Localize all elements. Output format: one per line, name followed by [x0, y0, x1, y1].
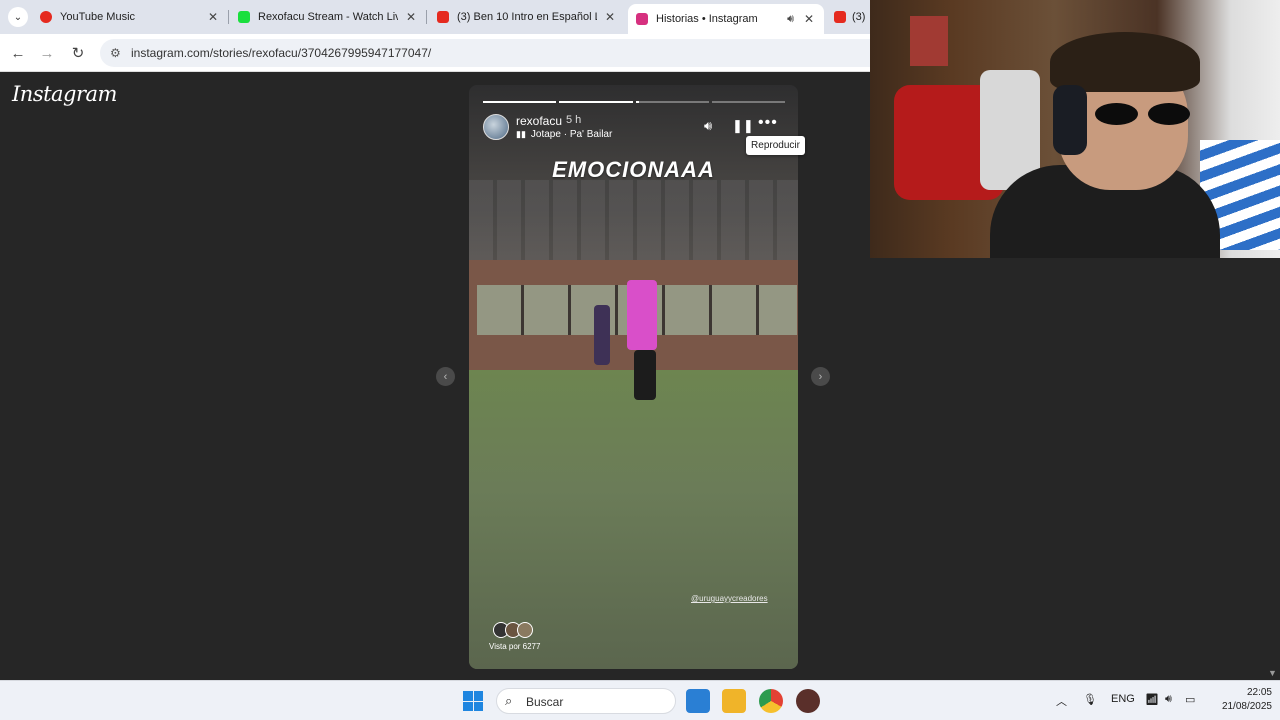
story-viewer[interactable]: rexofacu 5 h ▮▮ Jotape · Pa' Bailar 🔊︎ ❚…	[469, 85, 798, 669]
instagram-logo[interactable]: Instagram	[12, 82, 117, 106]
taskbar-search-label: Buscar	[526, 695, 564, 709]
tab-youtube-music[interactable]: YouTube Music ✕	[40, 6, 220, 28]
close-tab-icon[interactable]: ✕	[802, 12, 816, 26]
app-icon[interactable]	[796, 689, 820, 713]
address-bar[interactable]: ⚙ instagram.com/stories/rexofacu/3704267…	[100, 39, 870, 67]
next-story-chevron-icon[interactable]: ›	[811, 367, 830, 386]
tab-youtube-partial[interactable]: (3)	[834, 6, 870, 28]
tab-search-chevron-icon[interactable]: ⌄	[8, 7, 28, 27]
pause-icon[interactable]: ❚❚	[732, 118, 754, 134]
youtube-icon	[437, 11, 449, 23]
tab-audio-speaker-icon[interactable]: 🔊︎	[787, 13, 794, 26]
show-hidden-icons-chevron-icon[interactable]: ︿	[1056, 693, 1067, 709]
story-time-ago: 5 h	[566, 114, 582, 126]
music-bars-icon: ▮▮	[516, 129, 526, 139]
browser-tab-strip: ⌄ YouTube Music ✕ Rexofacu Stream - Watc…	[0, 0, 870, 34]
volume-icon[interactable]: 🔊︎	[1165, 693, 1172, 706]
scroll-down-arrow-icon[interactable]: ▼	[1268, 668, 1277, 678]
close-tab-icon[interactable]: ✕	[206, 10, 220, 24]
battery-icon[interactable]: ▭	[1185, 693, 1195, 706]
story-music[interactable]: ▮▮ Jotape · Pa' Bailar	[516, 129, 612, 140]
story-avatar[interactable]	[483, 114, 509, 140]
tab-kick-stream[interactable]: Rexofacu Stream - Watch Live o ✕	[238, 6, 418, 28]
story-progress-bars	[483, 101, 785, 103]
reload-icon[interactable]: ↻	[68, 43, 88, 63]
taskbar-search[interactable]: ⌕ Buscar	[496, 688, 676, 714]
story-caption: EMOCIONAAA	[552, 157, 715, 182]
windows-taskbar: ⌕ Buscar ︿ 🎙︎ ENG 📶︎ 🔊︎ ▭ 22:05 21/08/20…	[0, 680, 1280, 720]
youtube-music-icon	[40, 11, 52, 23]
story-image-player-shorts	[634, 350, 656, 400]
story-image-player-far	[594, 305, 610, 365]
story-mention-sticker[interactable]: @uruguayycreadores	[691, 594, 768, 603]
taskbar-clock[interactable]: 22:05 21/08/2025	[1202, 686, 1272, 714]
progress-segment	[711, 101, 785, 103]
site-settings-icon[interactable]: ⚙	[110, 46, 121, 60]
more-options-icon[interactable]: •••	[758, 114, 778, 132]
story-music-label: Jotape · Pa' Bailar	[530, 129, 613, 140]
url-text: instagram.com/stories/rexofacu/370426799…	[131, 46, 432, 60]
progress-segment	[635, 101, 709, 103]
webcam-headphones	[1053, 85, 1087, 155]
close-tab-icon[interactable]: ✕	[603, 10, 617, 24]
tab-divider	[228, 10, 229, 24]
search-icon: ⌕	[505, 693, 513, 708]
story-image-player-pink	[627, 280, 657, 350]
tab-title: (3) Ben 10 Intro en Español Lati	[457, 11, 597, 23]
chrome-icon[interactable]	[759, 689, 783, 713]
viewer-avatars[interactable]	[493, 622, 533, 638]
language-indicator[interactable]: ENG	[1111, 693, 1135, 705]
kick-icon	[238, 11, 250, 23]
windows-start-icon[interactable]	[463, 691, 483, 711]
webcam-sunglasses	[1095, 103, 1190, 125]
clock-time: 22:05	[1246, 687, 1272, 698]
file-explorer-icon[interactable]	[722, 689, 746, 713]
webcam-overlay	[870, 0, 1280, 258]
tab-title: Historias • Instagram	[656, 13, 758, 25]
tab-title: YouTube Music	[60, 11, 136, 23]
browser-toolbar: ← → ↻ ⚙ instagram.com/stories/rexofacu/3…	[0, 34, 870, 72]
tab-title: Rexofacu Stream - Watch Live o	[258, 11, 398, 23]
tab-title: (3)	[852, 11, 866, 23]
progress-segment	[483, 101, 557, 103]
back-arrow-icon[interactable]: ←	[8, 43, 28, 63]
story-views-count[interactable]: Vista por 6277	[489, 642, 540, 651]
tab-ben10-youtube[interactable]: (3) Ben 10 Intro en Español Lati ✕	[437, 6, 617, 28]
progress-segment	[559, 101, 633, 103]
close-tab-icon[interactable]: ✕	[404, 10, 418, 24]
forward-arrow-icon[interactable]: →	[37, 43, 57, 63]
youtube-icon	[834, 11, 846, 23]
story-username[interactable]: rexofacu	[516, 114, 562, 128]
clock-date: 21/08/2025	[1221, 701, 1272, 712]
tab-divider	[426, 10, 427, 24]
vscode-icon[interactable]	[686, 689, 710, 713]
previous-story-chevron-icon[interactable]: ‹	[436, 367, 455, 386]
webcam-streamer-hair	[1050, 32, 1200, 92]
play-tooltip: Reproducir	[746, 136, 805, 155]
wifi-icon[interactable]: 📶︎	[1145, 693, 1159, 706]
story-image-roof	[469, 180, 798, 260]
webcam-wall-poster	[910, 16, 948, 66]
instagram-icon	[636, 13, 648, 25]
microphone-icon[interactable]: 🎙︎	[1083, 693, 1097, 706]
speaker-icon[interactable]: 🔊︎	[704, 118, 712, 134]
viewer-avatar	[517, 622, 533, 638]
tab-instagram-stories[interactable]: Historias • Instagram 🔊︎ ✕	[628, 4, 824, 34]
